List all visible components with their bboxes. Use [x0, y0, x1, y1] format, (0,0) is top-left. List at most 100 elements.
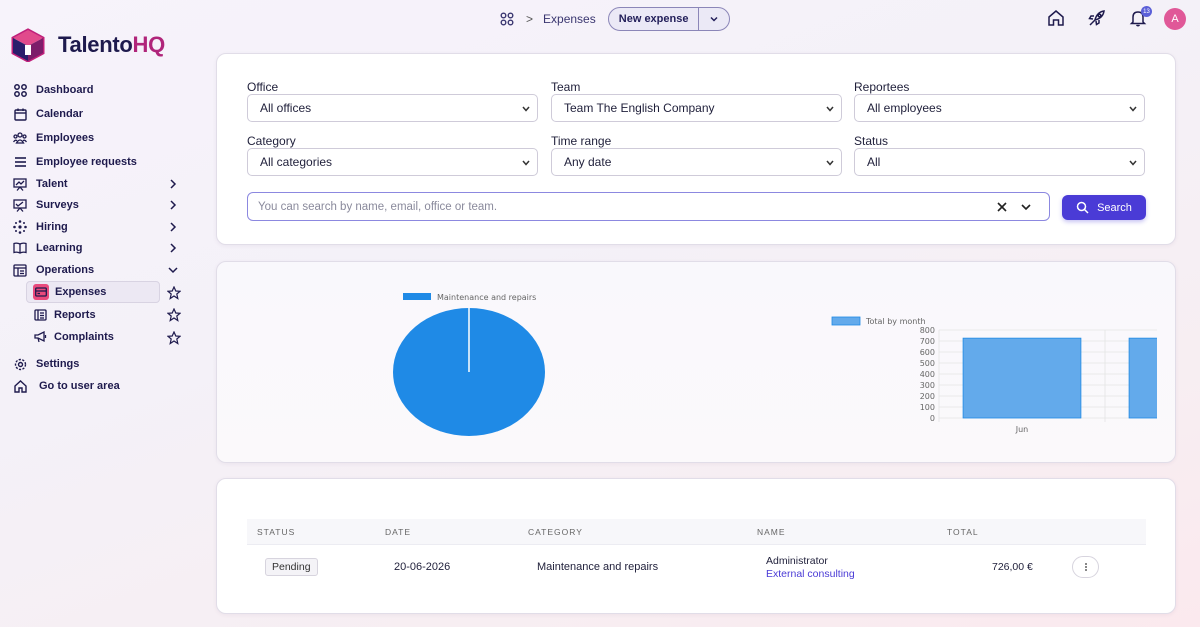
- bar-y-tick-label: 500: [920, 359, 935, 368]
- new-expense-dropdown[interactable]: [698, 8, 729, 30]
- sidebar-subitem-complaints[interactable]: Complaints: [26, 326, 160, 348]
- book-icon: [12, 240, 28, 256]
- chevron-down-icon: [522, 106, 530, 112]
- sidebar-item-dashboard[interactable]: Dashboard: [12, 79, 188, 101]
- row-actions-button[interactable]: [1072, 556, 1099, 578]
- bar-y-tick-label: 300: [920, 381, 935, 390]
- sidebar-item-label: Settings: [36, 358, 80, 370]
- people-icon: [12, 130, 28, 146]
- grid-icon[interactable]: [500, 12, 514, 26]
- office-select[interactable]: All offices: [247, 94, 538, 122]
- office-select-value: All offices: [260, 101, 312, 115]
- bar-y-tick-label: 600: [920, 348, 935, 357]
- new-expense-split-button: New expense: [608, 7, 730, 31]
- team-select[interactable]: Team The English Company: [551, 94, 842, 122]
- list-icon: [12, 154, 28, 170]
- logo-cube-icon: [11, 28, 45, 62]
- bar: [1128, 337, 1157, 419]
- sidebar-item-talent[interactable]: Talent: [12, 173, 188, 195]
- bar: [962, 337, 1082, 419]
- sidebar-subitem-label: Complaints: [54, 331, 114, 343]
- chevron-down-icon: [826, 106, 834, 112]
- charts-card: Maintenance and repairs Total by month 0 1…: [216, 261, 1176, 463]
- sidebar-item-label: Employee requests: [36, 156, 137, 168]
- status-select[interactable]: All: [854, 148, 1145, 176]
- bar-y-tick-label: 0: [930, 414, 935, 423]
- category-select[interactable]: All categories: [247, 148, 538, 176]
- bar-y-tick-label: 700: [920, 337, 935, 346]
- reportees-select[interactable]: All employees: [854, 94, 1145, 122]
- breadcrumb-current[interactable]: Expenses: [543, 12, 596, 26]
- calendar-icon: [12, 106, 28, 122]
- home-icon[interactable]: [1046, 8, 1066, 28]
- sidebar-item-learning[interactable]: Learning: [12, 237, 188, 259]
- home-icon: [12, 378, 28, 394]
- column-header-date[interactable]: DATE: [385, 527, 411, 537]
- sidebar-item-operations[interactable]: Operations: [12, 259, 188, 281]
- sidebar-item-employee-requests[interactable]: Employee requests: [12, 151, 188, 173]
- sidebar-subitem-reports[interactable]: Reports: [26, 304, 160, 326]
- team-label: Team: [551, 80, 581, 94]
- sidebar-item-label: Talent: [36, 178, 68, 190]
- pie-chart: Maintenance and repairs: [393, 293, 545, 436]
- column-header-name[interactable]: NAME: [757, 527, 786, 537]
- rocket-icon[interactable]: [1087, 8, 1107, 28]
- sidebar-item-settings[interactable]: Settings: [12, 353, 188, 375]
- card-icon: [33, 284, 49, 300]
- column-header-category[interactable]: CATEGORY: [528, 527, 583, 537]
- brand-name: TalentoHQ: [58, 32, 165, 57]
- sidebar-item-label: Hiring: [36, 221, 68, 233]
- search-field: [247, 192, 1050, 221]
- bar-legend-swatch: [831, 316, 861, 326]
- sidebar-item-go-to-user-area[interactable]: Go to user area: [12, 375, 188, 397]
- new-expense-button[interactable]: New expense: [609, 13, 698, 25]
- sidebar-item-hiring[interactable]: Hiring: [12, 216, 188, 238]
- presentation-icon: [12, 176, 28, 192]
- sidebar-item-label: Operations: [36, 264, 95, 276]
- chevron-down-icon: [1129, 160, 1137, 166]
- star-icon[interactable]: [167, 286, 181, 300]
- sidebar-item-calendar[interactable]: Calendar: [12, 103, 188, 125]
- cell-subname-link[interactable]: External consulting: [766, 568, 855, 580]
- cell-date: 20-06-2026: [394, 561, 451, 573]
- search-input[interactable]: [258, 200, 958, 213]
- pie-legend-swatch: [403, 293, 431, 300]
- sidebar-item-label: Go to user area: [39, 380, 120, 392]
- survey-icon: [12, 197, 28, 213]
- star-icon[interactable]: [167, 331, 181, 345]
- hiring-icon: [12, 219, 28, 235]
- sidebar-item-employees[interactable]: Employees: [12, 127, 188, 149]
- chevron-right-icon: [170, 200, 177, 210]
- sidebar-item-label: Employees: [36, 132, 95, 144]
- reportees-label: Reportees: [854, 80, 910, 94]
- bar-x-tick-label: Jun: [1015, 425, 1029, 434]
- search-button[interactable]: Search: [1062, 195, 1146, 220]
- cell-total: 726,00 €: [992, 561, 1033, 573]
- avatar[interactable]: A: [1164, 8, 1186, 30]
- star-icon[interactable]: [167, 308, 181, 322]
- chevron-down-icon: [710, 16, 718, 22]
- team-select-value: Team The English Company: [564, 101, 715, 115]
- sidebar-item-surveys[interactable]: Surveys: [12, 194, 188, 216]
- sidebar-subitem-label: Reports: [54, 309, 96, 321]
- bar-y-tick-label: 800: [920, 326, 935, 335]
- time-range-select[interactable]: Any date: [551, 148, 842, 176]
- report-icon: [32, 307, 48, 323]
- table-header: [247, 519, 1146, 545]
- sidebar-subitem-expenses[interactable]: Expenses: [26, 281, 160, 303]
- filters-card: Office All offices Team Team The English…: [216, 53, 1176, 245]
- expenses-table-card: STATUS DATE CATEGORY NAME TOTAL Pending …: [216, 478, 1176, 614]
- bar-y-tick-label: 200: [920, 392, 935, 401]
- status-badge: Pending: [265, 558, 318, 576]
- chevron-right-icon: [170, 243, 177, 253]
- column-header-status[interactable]: STATUS: [257, 527, 295, 537]
- clear-icon[interactable]: [995, 200, 1009, 214]
- sidebar-item-label: Calendar: [36, 108, 84, 120]
- column-header-total[interactable]: TOTAL: [947, 527, 979, 537]
- logo[interactable]: TalentoHQ: [10, 28, 165, 62]
- chevron-down-icon[interactable]: [1019, 200, 1033, 214]
- sidebar-item-label: Dashboard: [36, 84, 94, 96]
- operations-icon: [12, 262, 28, 278]
- gear-icon: [12, 356, 28, 372]
- chevron-down-icon: [522, 160, 530, 166]
